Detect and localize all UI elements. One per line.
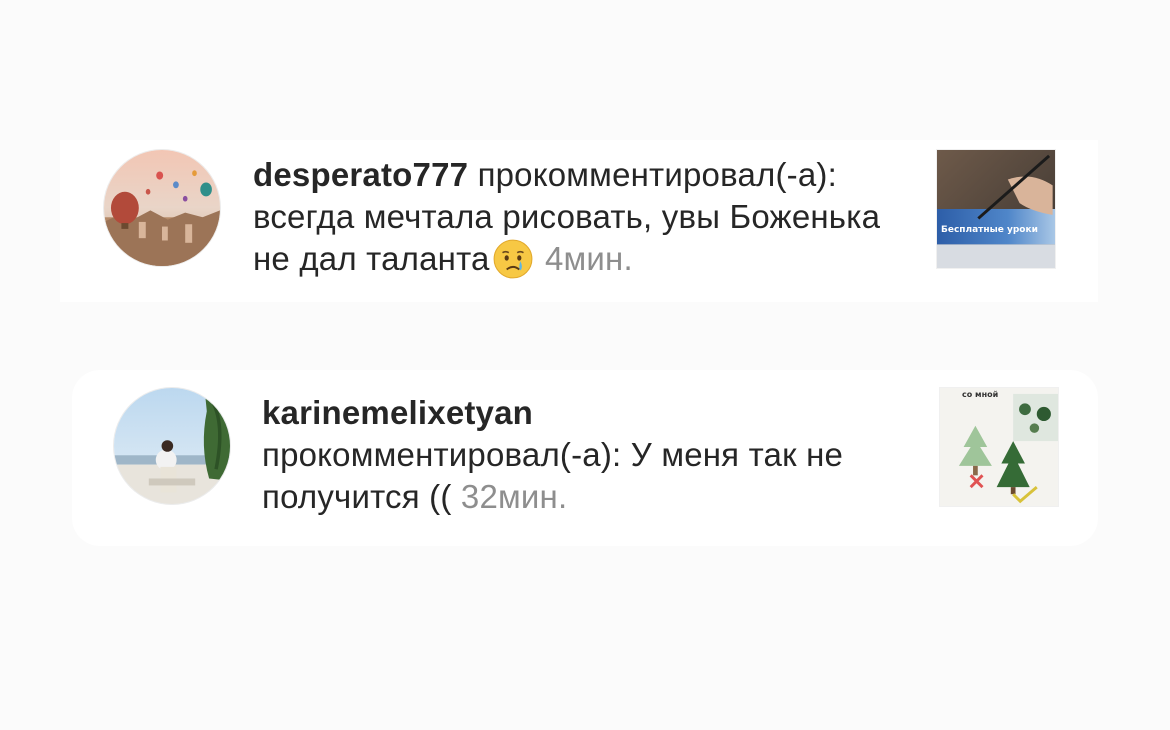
timestamp: 4мин. [544,240,633,277]
action-text: прокомментировал(-а): [262,436,622,473]
post-thumbnail[interactable]: со мной [940,388,1058,506]
username[interactable]: desperato777 [253,156,468,193]
username[interactable]: karinemelixetyan [262,394,533,431]
thumbnail-caption: Бесплатные уроки [941,225,1038,235]
avatar[interactable] [104,150,220,266]
crying-face-icon [492,238,534,280]
notification-text: desperato777 прокомментировал(-а): всегд… [253,154,913,280]
timestamp: 32мин. [460,478,568,515]
post-thumbnail[interactable]: Бесплатные уроки [937,150,1055,268]
notification-item[interactable]: karinemelixetyan прокомментировал(-а): У… [72,370,1098,546]
avatar[interactable] [114,388,230,504]
notification-text: karinemelixetyan прокомментировал(-а): У… [262,392,912,518]
action-text: прокомментировал(-а): [477,156,837,193]
thumbnail-caption: со мной [962,390,999,399]
notification-item[interactable]: desperato777 прокомментировал(-а): всегд… [60,140,1098,302]
